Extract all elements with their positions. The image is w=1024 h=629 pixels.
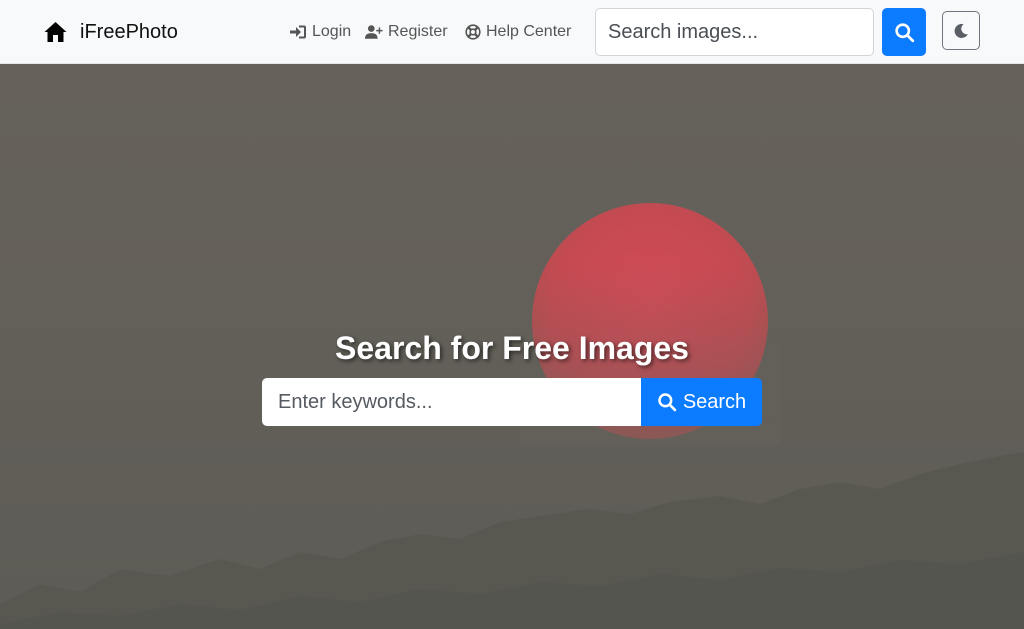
nav-link-login[interactable]: Login [289, 20, 351, 44]
nav-link-label: Register [388, 23, 448, 40]
search-icon [894, 22, 914, 42]
nav-link-label: Login [312, 23, 352, 40]
navbar-search-input[interactable] [595, 8, 874, 56]
nav-link-label: Help Center [486, 23, 572, 40]
brand-link[interactable]: iFreePhoto [43, 18, 178, 46]
moon-icon [954, 23, 968, 38]
search-icon [658, 393, 677, 412]
hero-search-bar: Search [262, 378, 762, 426]
hero-search-button-label: Search [682, 390, 747, 413]
hero-section: Search for Free Images Search [0, 64, 1024, 629]
nav-link-register[interactable]: Register [365, 20, 448, 44]
home-icon [44, 22, 67, 42]
navbar-search-button[interactable] [882, 8, 926, 56]
hero-search-button[interactable]: Search [641, 378, 762, 426]
brand-name: iFreePhoto [80, 20, 178, 43]
top-navbar: iFreePhoto Login Register Help Center [0, 0, 1024, 64]
hero-title: Search for Free Images [335, 330, 689, 366]
login-icon [290, 25, 306, 39]
nav-link-help-center[interactable]: Help Center [465, 20, 571, 44]
theme-toggle-button[interactable] [942, 11, 980, 50]
user-plus-icon [365, 25, 383, 39]
lifebuoy-icon [465, 24, 481, 40]
hero-search-input[interactable] [262, 378, 641, 426]
